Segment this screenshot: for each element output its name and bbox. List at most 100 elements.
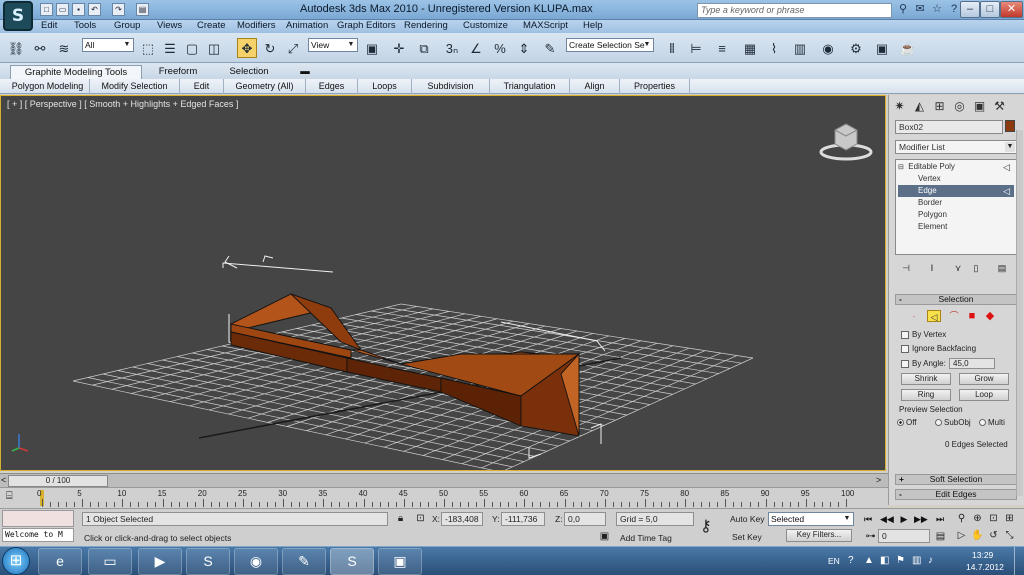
perspective-viewport[interactable]: [ + ] [ Perspective ] [ Smooth + Highlig… bbox=[0, 95, 886, 471]
menu-rendering[interactable]: Rendering bbox=[404, 20, 448, 33]
time-tag-icon[interactable]: ▣ bbox=[598, 530, 611, 543]
material-editor-icon[interactable]: ◉ bbox=[818, 38, 838, 58]
select-manipulate-icon[interactable]: ✛ bbox=[389, 38, 409, 58]
by-angle-checkbox[interactable]: By Angle: bbox=[901, 359, 946, 368]
undo-icon[interactable]: ↶ bbox=[88, 3, 101, 16]
taskbar-skype-icon[interactable]: S bbox=[186, 548, 230, 575]
time-slider-next-icon[interactable]: > bbox=[876, 475, 881, 485]
polygon-mode-icon[interactable]: ■ bbox=[965, 310, 979, 322]
stack-item-edge[interactable]: Edge ◁ bbox=[898, 185, 1014, 197]
menu-modifiers[interactable]: Modifiers bbox=[237, 20, 276, 33]
clock-time[interactable]: 13:29 bbox=[972, 550, 993, 560]
create-tab-icon[interactable]: ✷ bbox=[891, 98, 908, 115]
tab-freeform[interactable]: Freeform bbox=[146, 65, 210, 79]
maxscript-listener[interactable]: Welcome to M bbox=[2, 528, 74, 542]
edge-mode-icon[interactable]: ◁ bbox=[927, 310, 941, 322]
panel-triangulation[interactable]: Triangulation bbox=[490, 79, 570, 94]
track-bar[interactable]: ⌸ 0 5 10 15 20 25 30 35 40 45 50 55 60 65 70 75 80 85 90 95… bbox=[0, 487, 888, 508]
link-icon[interactable]: ⛓ bbox=[6, 38, 26, 58]
stack-item-vertex[interactable]: Vertex bbox=[898, 173, 1014, 185]
maximize-button[interactable]: □ bbox=[980, 1, 1000, 18]
window-crossing-icon[interactable]: ◫ bbox=[204, 38, 224, 58]
favorites-icon[interactable]: ☆ bbox=[929, 2, 945, 17]
tray-flag-icon[interactable]: ⚑ bbox=[896, 555, 905, 566]
schematic-view-icon[interactable]: ▥ bbox=[790, 38, 810, 58]
panel-edit[interactable]: Edit bbox=[180, 79, 224, 94]
menu-graph-editors[interactable]: Graph Editors bbox=[337, 20, 396, 33]
angle-snap-icon[interactable]: ∠ bbox=[466, 38, 486, 58]
auto-key-button[interactable]: Auto Key bbox=[730, 514, 765, 524]
key-mode-dropdown[interactable]: Selected ▼ bbox=[768, 512, 854, 526]
grow-button[interactable]: Grow bbox=[959, 373, 1009, 385]
display-tab-icon[interactable]: ▣ bbox=[971, 98, 988, 115]
select-and-scale-icon[interactable]: ⤢ bbox=[283, 38, 303, 58]
pin-stack-icon[interactable]: ⊣ bbox=[899, 262, 913, 274]
percent-snap-icon[interactable]: % bbox=[490, 38, 510, 58]
maxscript-listener-top[interactable] bbox=[2, 510, 74, 527]
snaps-toggle-icon[interactable]: 3ₙ bbox=[442, 38, 462, 58]
panel-edges[interactable]: Edges bbox=[306, 79, 358, 94]
modifier-list-dropdown[interactable]: Modifier List ▼ bbox=[895, 140, 1017, 154]
minimize-button[interactable]: – bbox=[960, 1, 980, 18]
go-to-start-icon[interactable]: ⏮ bbox=[862, 513, 874, 525]
unlink-icon[interactable]: ⚯ bbox=[30, 38, 50, 58]
language-indicator[interactable]: EN bbox=[828, 556, 840, 566]
layer-manager-icon[interactable]: ≡ bbox=[712, 38, 732, 58]
pivot-center-icon[interactable]: ▣ bbox=[362, 38, 382, 58]
by-vertex-checkbox[interactable]: By Vertex bbox=[901, 330, 946, 339]
zoom-all-icon[interactable]: ⊕ bbox=[971, 512, 984, 525]
object-name-field[interactable]: Box02 bbox=[895, 120, 1003, 134]
project-folder-icon[interactable]: ▤ bbox=[136, 3, 149, 16]
ignore-backfacing-checkbox[interactable]: Ignore Backfacing bbox=[901, 344, 976, 353]
taskbar-3dsmax-icon[interactable]: S bbox=[330, 548, 374, 575]
redo-icon[interactable]: ↷ bbox=[112, 3, 125, 16]
z-coordinate-field[interactable]: 0,0 bbox=[564, 512, 606, 526]
time-slider[interactable]: < 0 / 100 > bbox=[0, 473, 888, 487]
time-slider-prev-icon[interactable]: < bbox=[1, 475, 6, 485]
app-logo-icon[interactable]: S bbox=[3, 1, 33, 31]
motion-tab-icon[interactable]: ◎ bbox=[951, 98, 968, 115]
preview-off-radio[interactable]: Off bbox=[897, 418, 917, 427]
menu-create[interactable]: Create bbox=[197, 20, 226, 33]
rectangular-selection-icon[interactable]: ▢ bbox=[182, 38, 202, 58]
play-icon[interactable]: ▶ bbox=[898, 513, 910, 525]
menu-maxscript[interactable]: MAXScript bbox=[523, 20, 568, 33]
menu-help[interactable]: Help bbox=[583, 20, 603, 33]
select-and-move-icon[interactable]: ✥ bbox=[237, 38, 257, 58]
go-to-end-icon[interactable]: ⏭ bbox=[934, 513, 946, 525]
edit-edges-rollout-header[interactable]: - Edit Edges bbox=[895, 489, 1017, 500]
named-selection-dropdown[interactable]: Create Selection Se ▼ bbox=[566, 38, 654, 52]
element-mode-icon[interactable]: ◆ bbox=[983, 310, 997, 322]
time-configuration-icon[interactable]: ▤ bbox=[934, 530, 947, 543]
search-input[interactable]: Type a keyword or phrase bbox=[697, 3, 892, 18]
object-color-swatch[interactable] bbox=[1005, 120, 1015, 132]
utilities-tab-icon[interactable]: ⚒ bbox=[991, 98, 1008, 115]
zoom-extents-icon[interactable]: ⊡ bbox=[987, 512, 1000, 525]
binoculars-icon[interactable]: ⚲ bbox=[895, 2, 911, 17]
zoom-icon[interactable]: ⚲ bbox=[955, 512, 968, 525]
select-and-rotate-icon[interactable]: ↻ bbox=[260, 38, 280, 58]
loop-button[interactable]: Loop bbox=[959, 389, 1009, 401]
make-unique-icon[interactable]: ⋎ bbox=[951, 262, 965, 274]
save-file-icon[interactable]: ▪ bbox=[72, 3, 85, 16]
add-time-tag-label[interactable]: Add Time Tag bbox=[620, 533, 672, 543]
mirror-icon[interactable]: ⫴ bbox=[662, 38, 682, 58]
start-button[interactable]: ⊞ bbox=[2, 547, 30, 575]
reference-coordinate-dropdown[interactable]: View ▼ bbox=[308, 38, 358, 52]
align-icon[interactable]: ⊨ bbox=[686, 38, 706, 58]
hierarchy-tab-icon[interactable]: ⊞ bbox=[931, 98, 948, 115]
next-frame-icon[interactable]: ▶▶ bbox=[914, 513, 928, 525]
panel-properties[interactable]: Properties bbox=[620, 79, 690, 94]
preview-multi-radio[interactable]: Multi bbox=[979, 418, 1005, 427]
show-end-result-icon[interactable]: Ⅰ bbox=[925, 262, 939, 274]
stack-item-polygon[interactable]: Polygon bbox=[898, 209, 1014, 221]
curve-editor-icon[interactable]: ⌇ bbox=[764, 38, 784, 58]
key-mode-toggle-icon[interactable]: ⊶ bbox=[864, 530, 877, 543]
edit-named-selection-icon[interactable]: ✎ bbox=[540, 38, 560, 58]
menu-views[interactable]: Views bbox=[157, 20, 182, 33]
selection-rollout-header[interactable]: - Selection bbox=[895, 294, 1017, 305]
pan-view-icon[interactable]: ✋ bbox=[971, 529, 984, 542]
clock-date[interactable]: 14.7.2012 bbox=[966, 562, 1004, 572]
new-file-icon[interactable]: □ bbox=[40, 3, 53, 16]
taskbar-paint-icon[interactable]: ✎ bbox=[282, 548, 326, 575]
